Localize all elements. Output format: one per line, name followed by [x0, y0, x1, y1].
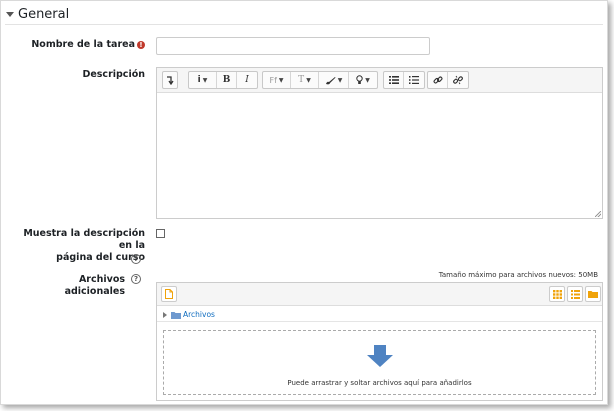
folder-link-archivos[interactable]: Archivos [183, 310, 215, 319]
file-manager-toolbar [157, 283, 602, 306]
chevron-down-icon: ▼ [337, 76, 343, 84]
task-name-label-text: Nombre de la tarea [31, 39, 135, 50]
grid-view-icon[interactable] [549, 286, 565, 302]
show-description-label: Muestra la descripción en la página del … [15, 228, 145, 264]
resize-grip-icon[interactable] [595, 211, 601, 217]
additional-files-label: Archivos adicionales [64, 274, 125, 297]
toolbar-group-style: Ff ▼ T ▼ ▼ ▼ [262, 71, 378, 89]
ordered-list-icon[interactable] [404, 72, 424, 88]
max-file-size-text: Tamaño máximo para archivos nuevos: 50MB [438, 271, 598, 279]
description-editor[interactable]: i ▼ B I Ff ▼ T ▼ ▼ ▼ [156, 67, 603, 219]
task-name-label: Nombre de la tarea?! [21, 39, 145, 51]
section-header-general[interactable]: General [6, 5, 69, 23]
toolbar-group-undo [162, 71, 178, 89]
folder-view-icon[interactable] [585, 286, 601, 302]
show-description-label-line2: página del curso [56, 252, 145, 263]
folder-icon [171, 311, 181, 319]
form-panel: General Nombre de la tarea?! Descripción… [0, 0, 608, 405]
font-icon: Ff [269, 75, 277, 85]
text-color-button[interactable]: ▼ [319, 72, 349, 88]
highlight-button[interactable]: ▼ [349, 72, 377, 88]
show-description-label-line1: Muestra la descripción en la [23, 228, 145, 251]
chevron-down-icon: ▼ [306, 76, 311, 84]
description-label: Descripción [82, 69, 145, 80]
section-divider [5, 24, 603, 25]
text-size-icon: T [298, 75, 305, 85]
unlink-icon[interactable] [448, 72, 468, 88]
drop-zone-text: Puede arrastrar y soltar archivos aquí p… [287, 379, 472, 387]
caret-down-icon[interactable] [6, 11, 14, 17]
bulb-icon [356, 75, 363, 84]
italic-button[interactable]: I [237, 72, 257, 88]
file-drop-zone[interactable]: Puede arrastrar y soltar archivos aquí p… [163, 330, 596, 395]
toolbar-group-format: i ▼ B I [188, 71, 258, 89]
info-icon: i [197, 75, 201, 85]
breadcrumb: Archivos [163, 310, 215, 319]
undo-arrow-icon[interactable] [163, 72, 177, 88]
help-icon[interactable]: ? [131, 274, 141, 284]
chevron-down-icon: ▼ [278, 76, 284, 84]
toolbar-group-links [427, 71, 469, 89]
task-name-input[interactable] [156, 37, 430, 55]
font-size-button[interactable]: T ▼ [291, 72, 319, 88]
file-manager: Archivos Puede arrastrar y soltar archiv… [156, 282, 603, 401]
show-description-checkbox[interactable] [156, 229, 165, 238]
toolbar-group-lists [383, 71, 425, 89]
editor-content-area[interactable] [157, 93, 602, 218]
list-view-icon[interactable] [567, 286, 583, 302]
section-title: General [18, 6, 70, 22]
chevron-down-icon: ▼ [202, 76, 208, 84]
bold-button[interactable]: B [217, 72, 237, 88]
editor-toolbar: i ▼ B I Ff ▼ T ▼ ▼ ▼ [157, 68, 602, 93]
brush-icon [325, 76, 336, 84]
file-manager-divider [157, 321, 602, 322]
required-exclamation-icon: ! [137, 41, 145, 49]
font-family-button[interactable]: Ff ▼ [263, 72, 291, 88]
info-dropdown-button[interactable]: i ▼ [189, 72, 217, 88]
help-icon[interactable]: ? [131, 254, 141, 264]
link-icon[interactable] [428, 72, 448, 88]
chevron-down-icon: ▼ [365, 76, 370, 84]
caret-right-icon[interactable] [163, 311, 167, 318]
drop-arrow-icon [366, 345, 393, 367]
file-add-icon[interactable] [161, 286, 177, 302]
unordered-list-icon[interactable] [384, 72, 404, 88]
